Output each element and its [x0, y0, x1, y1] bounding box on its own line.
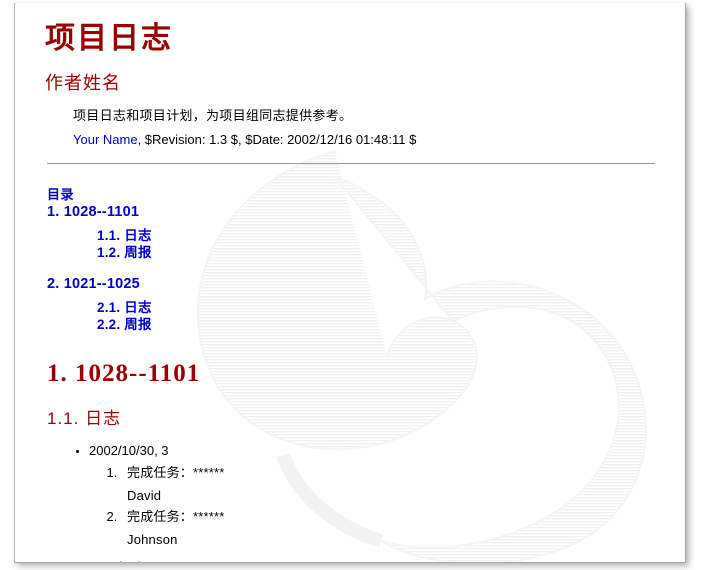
- browser-content-frame: 项目日志 作者姓名 项目日志和项目计划，为项目组同志提供参考。 Your Nam…: [14, 3, 686, 563]
- table-of-contents: 目录 1. 1028--1101 1.1. 日志 1.2. 周报 2. 1021…: [15, 164, 685, 334]
- author-link[interactable]: Your Name: [73, 132, 138, 147]
- list-item: 完成任务：****** David: [121, 464, 685, 508]
- task-owner: David: [127, 487, 162, 503]
- toc-item-section-1[interactable]: 1. 1028--1101: [47, 203, 685, 220]
- list-item: 完成任务：****** Johnson: [121, 508, 685, 552]
- toc-children-section-1: 1.1. 日志 1.2. 周报: [47, 220, 685, 262]
- publication-line: Your Name, $Revision: 1.3 $, $Date: 2002…: [15, 124, 685, 147]
- abstract-text: 项目日志和项目计划，为项目组同志提供参考。: [73, 108, 353, 123]
- toc-title: 目录: [47, 187, 75, 202]
- list-item: 2002/10/29, 2 Seminar: ******: [89, 557, 685, 562]
- document-body: 项目日志 作者姓名 项目日志和项目计划，为项目组同志提供参考。 Your Nam…: [15, 3, 685, 563]
- list-item: 2002/10/30, 3 完成任务：****** David 完成任务：***…: [89, 441, 685, 558]
- toc-item-section-2-1[interactable]: 2.1. 日志: [47, 300, 685, 317]
- toc-children-section-2: 2.1. 日志 2.2. 周报: [47, 292, 685, 334]
- revision-date-text: , $Revision: 1.3 $, $Date: 2002/12/16 01…: [137, 132, 417, 147]
- page-title: 项目日志: [45, 22, 173, 55]
- task-owner: Johnson: [127, 531, 178, 547]
- toc-item-section-2-2[interactable]: 2.2. 周报: [47, 317, 685, 334]
- toc-item-section-1-2[interactable]: 1.2. 周报: [47, 245, 685, 262]
- log-date: 2002/10/30, 3: [89, 442, 169, 458]
- section-1-title: 1. 1028--1101: [47, 359, 201, 387]
- toc-item-section-1-1[interactable]: 1.1. 日志: [47, 228, 685, 245]
- toc-spacer: [47, 262, 685, 275]
- section-1-1-title: 1.1. 日志: [47, 408, 122, 428]
- log-day-list: 2002/10/30, 3 完成任务：****** David 完成任务：***…: [15, 429, 685, 563]
- log-date: 2002/10/29, 2: [89, 559, 169, 562]
- author-name: 作者姓名: [45, 73, 121, 93]
- toc-item-section-2[interactable]: 2. 1021--1025: [47, 275, 685, 292]
- task-description: 完成任务：******: [127, 508, 225, 524]
- task-description: 完成任务：******: [127, 465, 225, 480]
- task-list: 完成任务：****** David 完成任务：****** Johnson: [89, 460, 685, 555]
